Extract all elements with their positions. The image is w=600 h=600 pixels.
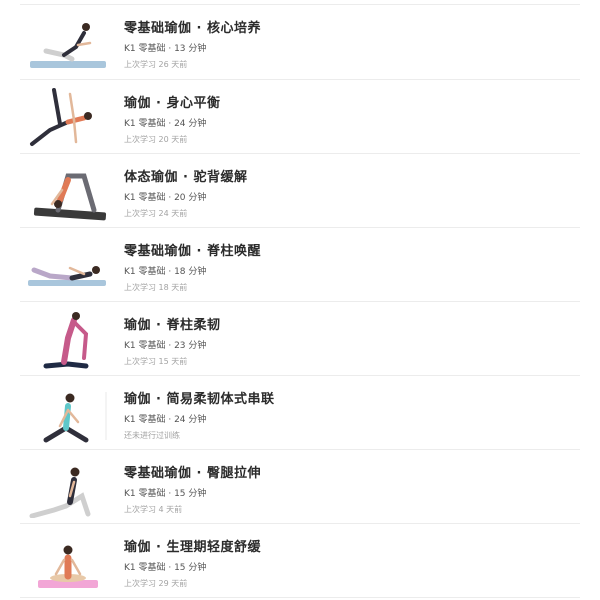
last-studied: 上次学习 15 天前 [124,357,188,366]
last-studied: 上次学习 20 天前 [124,135,188,144]
last-studied: 上次学习 26 天前 [124,60,188,69]
course-meta: K1 零基础 · 15 分钟 [124,563,207,573]
course-meta: K1 零基础 · 18 分钟 [124,267,207,277]
course-title: 瑜伽 · 简易柔韧体式串联 [124,392,275,407]
course-meta: K1 零基础 · 20 分钟 [124,193,207,203]
seated-twist-pose-icon [24,382,108,444]
divider [20,597,580,598]
course-meta: K1 零基础 · 24 分钟 [124,415,207,425]
last-studied: 还未进行过训练 [124,431,180,440]
course-list: 零基础瑜伽 · 核心培养 K1 零基础 · 13 分钟 上次学习 26 天前 瑜… [0,0,600,600]
last-studied: 上次学习 24 天前 [124,209,188,218]
side-plank-pose-icon [24,86,108,148]
course-meta: K1 零基础 · 15 分钟 [124,489,207,499]
forward-fold-pose-icon [24,160,108,222]
lunge-pose-icon [24,456,108,518]
last-studied: 上次学习 18 天前 [124,283,188,292]
king-pigeon-pose-icon [24,308,108,370]
course-item[interactable]: 体态瑜伽 · 驼背缓解 K1 零基础 · 20 分钟 上次学习 24 天前 [0,154,600,228]
course-meta: K1 零基础 · 24 分钟 [124,119,207,129]
last-studied: 上次学习 4 天前 [124,505,183,514]
course-title: 体态瑜伽 · 驼背缓解 [124,170,248,185]
course-item[interactable]: 零基础瑜伽 · 臀腿拉伸 K1 零基础 · 15 分钟 上次学习 4 天前 [0,450,600,524]
course-item[interactable]: 瑜伽 · 简易柔韧体式串联 K1 零基础 · 24 分钟 还未进行过训练 [0,376,600,450]
course-title: 瑜伽 · 脊柱柔韧 [124,318,221,333]
course-item[interactable]: 零基础瑜伽 · 脊柱唤醒 K1 零基础 · 18 分钟 上次学习 18 天前 [0,228,600,302]
course-title: 瑜伽 · 生理期轻度舒缓 [124,540,261,555]
last-studied: 上次学习 29 天前 [124,579,188,588]
course-item[interactable]: 瑜伽 · 身心平衡 K1 零基础 · 24 分钟 上次学习 20 天前 [0,80,600,154]
course-title: 零基础瑜伽 · 脊柱唤醒 [124,244,261,259]
course-title: 瑜伽 · 身心平衡 [124,96,221,111]
course-item[interactable]: 瑜伽 · 脊柱柔韧 K1 零基础 · 23 分钟 上次学习 15 天前 [0,302,600,376]
course-item[interactable]: 零基础瑜伽 · 核心培养 K1 零基础 · 13 分钟 上次学习 26 天前 [0,5,600,79]
locust-pose-icon [24,234,108,296]
lotus-pose-icon [24,530,108,592]
course-item[interactable]: 瑜伽 · 生理期轻度舒缓 K1 零基础 · 15 分钟 上次学习 29 天前 [0,524,600,598]
course-meta: K1 零基础 · 23 分钟 [124,341,207,351]
boat-pose-icon [24,11,108,73]
course-title: 零基础瑜伽 · 臀腿拉伸 [124,466,261,481]
course-title: 零基础瑜伽 · 核心培养 [124,21,261,36]
course-meta: K1 零基础 · 13 分钟 [124,44,207,54]
